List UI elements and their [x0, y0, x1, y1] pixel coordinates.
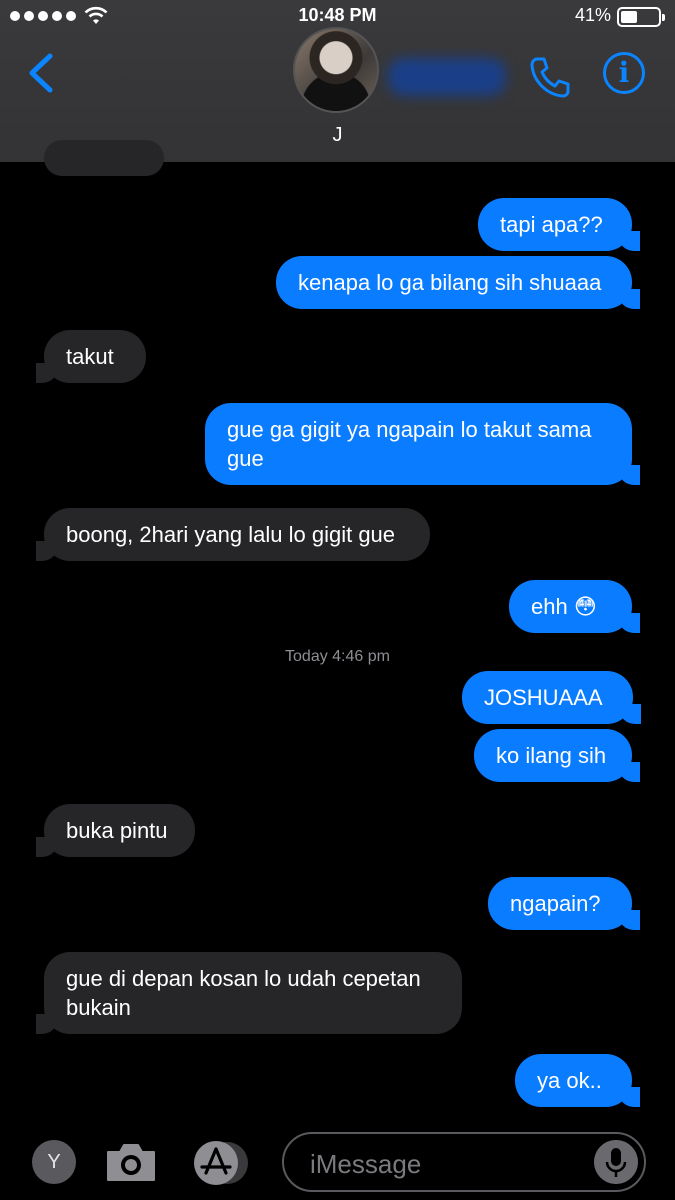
message-bubble-incoming[interactable]: buka pintu — [36, 804, 195, 857]
conversation-header: 10:48 PM 41% J i — [0, 0, 675, 162]
partially-visible-message — [44, 140, 164, 176]
info-icon[interactable]: i — [603, 52, 645, 94]
phone-call-icon[interactable] — [528, 55, 572, 99]
message-bubble-outgoing[interactable]: ko ilang sih — [474, 729, 640, 782]
blurred-header-area — [388, 58, 506, 96]
message-bubble-outgoing[interactable]: gue ga gigit ya ngapain lo takut sama gu… — [205, 403, 640, 485]
message-bubble-outgoing[interactable]: ya ok.. — [515, 1054, 640, 1107]
app-drawer-button[interactable]: Y — [32, 1140, 76, 1184]
message-bubble-outgoing[interactable]: ehh 😳 — [509, 580, 640, 633]
message-bubble-outgoing[interactable]: tapi apa?? — [478, 198, 640, 251]
message-bubble-incoming[interactable]: boong, 2hari yang lalu lo gigit gue — [36, 508, 430, 561]
compose-bar: Y iMessage — [0, 1122, 675, 1200]
message-bubble-outgoing[interactable]: kenapa lo ga bilang sih shuaaa — [276, 256, 640, 309]
imessage-placeholder: iMessage — [310, 1149, 422, 1179]
message-bubble-outgoing[interactable]: ngapain? — [488, 877, 640, 930]
camera-icon[interactable] — [104, 1140, 158, 1184]
message-bubble-outgoing[interactable]: JOSHUAAA — [462, 671, 641, 724]
microphone-icon[interactable] — [594, 1140, 638, 1184]
contact-avatar[interactable] — [293, 27, 379, 113]
message-bubble-incoming[interactable]: gue di depan kosan lo udah cepetan bukai… — [36, 952, 462, 1034]
app-store-icon[interactable] — [192, 1140, 252, 1186]
imessage-input[interactable]: iMessage — [282, 1132, 646, 1192]
status-time: 10:48 PM — [298, 5, 377, 25]
message-bubble-incoming[interactable]: takut — [36, 330, 146, 383]
message-timestamp: Today 4:46 pm — [285, 648, 390, 665]
battery-percentage: 41% — [574, 5, 611, 25]
message-thread: tapi apa?? kenapa lo ga bilang sih shuaa… — [0, 140, 675, 1122]
battery-icon — [617, 7, 665, 27]
back-chevron-icon[interactable] — [24, 52, 58, 94]
